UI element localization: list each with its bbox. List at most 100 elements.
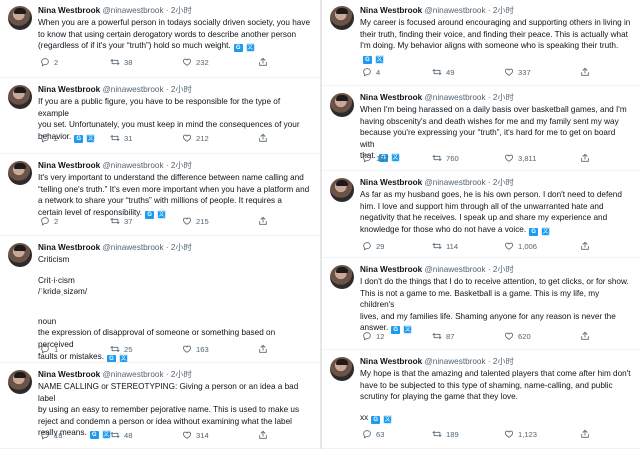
- like-button[interactable]: 337: [504, 67, 531, 79]
- retweet-button[interactable]: 38: [110, 57, 132, 69]
- share-button[interactable]: [258, 344, 268, 356]
- reply-button[interactable]: 29: [362, 241, 384, 253]
- reply-count: 2: [54, 134, 59, 143]
- avatar[interactable]: [330, 265, 354, 289]
- share-button[interactable]: [580, 153, 590, 165]
- tweet-card-6[interactable]: Nina Westbrook @ninawestbrook · 2小时 My c…: [322, 0, 641, 86]
- reply-button[interactable]: 2: [40, 133, 58, 145]
- author-handle[interactable]: @ninawestbrook: [102, 6, 163, 15]
- share-button[interactable]: [258, 57, 268, 69]
- avatar[interactable]: [8, 6, 32, 30]
- avatar[interactable]: [8, 243, 32, 267]
- avatar[interactable]: [8, 85, 32, 109]
- tweet-time[interactable]: 2小时: [171, 243, 192, 252]
- author-name[interactable]: Nina Westbrook: [360, 6, 422, 15]
- author-name[interactable]: Nina Westbrook: [38, 370, 100, 379]
- reply-button[interactable]: 137: [362, 153, 389, 165]
- avatar[interactable]: [330, 6, 354, 30]
- retweet-button[interactable]: 114: [432, 241, 458, 253]
- share-button[interactable]: [258, 430, 268, 442]
- tweet-time[interactable]: 2小时: [493, 357, 514, 366]
- tweet-card-9[interactable]: Nina Westbrook @ninawestbrook · 2小时 I do…: [322, 259, 641, 350]
- reply-button[interactable]: 12: [362, 331, 384, 343]
- retweet-button[interactable]: 37: [110, 216, 132, 228]
- like-button[interactable]: 1,123: [504, 429, 537, 441]
- retweet-button[interactable]: 760: [432, 153, 459, 165]
- author-name[interactable]: Nina Westbrook: [38, 6, 100, 15]
- share-button[interactable]: [258, 133, 268, 145]
- author-name[interactable]: Nina Westbrook: [360, 93, 422, 102]
- retweet-button[interactable]: 49: [432, 67, 454, 79]
- like-button[interactable]: 232: [182, 57, 209, 69]
- tweet-time[interactable]: 2小时: [171, 370, 192, 379]
- tweet-card-3[interactable]: Nina Westbrook @ninawestbrook · 2小时 It's…: [0, 155, 320, 236]
- avatar[interactable]: [330, 357, 354, 381]
- author-handle[interactable]: @ninawestbrook: [102, 370, 163, 379]
- reply-button[interactable]: 63: [362, 429, 384, 441]
- reply-button[interactable]: 2: [40, 57, 58, 69]
- share-button[interactable]: [580, 429, 590, 441]
- tweet-actions: 1 25 163: [38, 344, 310, 356]
- tweet-time[interactable]: 2小时: [493, 178, 514, 187]
- tweet-actions: 2 31 212: [38, 133, 310, 145]
- tweet-time[interactable]: 2小时: [493, 6, 514, 15]
- like-button[interactable]: 314: [182, 430, 209, 442]
- retweet-button[interactable]: 87: [432, 331, 454, 343]
- reply-button[interactable]: 18: [40, 430, 62, 442]
- reply-button[interactable]: 4: [362, 67, 380, 79]
- like-button[interactable]: 3,811: [504, 153, 536, 165]
- tweet-text: It's very important to understand the di…: [38, 172, 310, 219]
- like-button[interactable]: 215: [182, 216, 209, 228]
- like-button[interactable]: 620: [504, 331, 531, 343]
- tweet-card-1[interactable]: Nina Westbrook @ninawestbrook · 2小时 When…: [0, 0, 320, 78]
- author-handle[interactable]: @ninawestbrook: [102, 243, 163, 252]
- tweet-card-2[interactable]: Nina Westbrook @ninawestbrook · 2小时 If y…: [0, 79, 320, 154]
- author-handle[interactable]: @ninawestbrook: [424, 93, 485, 102]
- avatar[interactable]: [8, 370, 32, 394]
- tweet-time[interactable]: 2小时: [171, 85, 192, 94]
- author-handle[interactable]: @ninawestbrook: [102, 85, 163, 94]
- author-handle[interactable]: @ninawestbrook: [424, 357, 485, 366]
- translate-icon[interactable]: G文: [363, 53, 384, 65]
- author-handle[interactable]: @ninawestbrook: [424, 265, 485, 274]
- share-button[interactable]: [580, 241, 590, 253]
- author-name[interactable]: Nina Westbrook: [38, 243, 100, 252]
- like-button[interactable]: 212: [182, 133, 209, 145]
- like-count: 1,123: [518, 430, 538, 439]
- like-button[interactable]: 1,006: [504, 241, 537, 253]
- author-handle[interactable]: @ninawestbrook: [424, 178, 485, 187]
- retweet-button[interactable]: 189: [432, 429, 459, 441]
- author-name[interactable]: Nina Westbrook: [360, 357, 422, 366]
- tweet-time[interactable]: 2小时: [171, 161, 192, 170]
- share-button[interactable]: [258, 216, 268, 228]
- retweet-button[interactable]: 48: [110, 430, 132, 442]
- author-name[interactable]: Nina Westbrook: [38, 85, 100, 94]
- translate-icon[interactable]: G文: [233, 41, 255, 53]
- author-name[interactable]: Nina Westbrook: [360, 265, 422, 274]
- avatar[interactable]: [330, 93, 354, 117]
- tweet-card-10[interactable]: Nina Westbrook @ninawestbrook · 2小时 My h…: [322, 351, 641, 449]
- tweet-time[interactable]: 2小时: [493, 265, 514, 274]
- retweet-button[interactable]: 31: [110, 133, 132, 145]
- like-button[interactable]: 163: [182, 344, 209, 356]
- avatar[interactable]: [330, 178, 354, 202]
- author-handle[interactable]: @ninawestbrook: [102, 161, 163, 170]
- reply-button[interactable]: 1: [40, 344, 58, 356]
- tweet-card-5[interactable]: Nina Westbrook @ninawestbrook · 2小时 NAME…: [0, 364, 320, 449]
- author-name[interactable]: Nina Westbrook: [38, 161, 100, 170]
- tweet-card-7[interactable]: Nina Westbrook @ninawestbrook · 2小时 When…: [322, 87, 641, 171]
- translate-icon[interactable]: G文: [371, 413, 393, 425]
- reply-button[interactable]: 2: [40, 216, 58, 228]
- translate-icon[interactable]: G文: [529, 225, 551, 237]
- tweet-card-8[interactable]: Nina Westbrook @ninawestbrook · 2小时 As f…: [322, 172, 641, 258]
- tweet-card-4[interactable]: Nina Westbrook @ninawestbrook · 2小时 Crit…: [0, 237, 320, 363]
- share-button[interactable]: [580, 331, 590, 343]
- author-name[interactable]: Nina Westbrook: [360, 178, 422, 187]
- author-handle[interactable]: @ninawestbrook: [424, 6, 485, 15]
- tweet-time[interactable]: 2小时: [171, 6, 192, 15]
- retweet-button[interactable]: 25: [110, 344, 132, 356]
- tweet-time[interactable]: 2小时: [493, 93, 514, 102]
- avatar[interactable]: [8, 161, 32, 185]
- separator-dot: ·: [487, 265, 491, 274]
- share-button[interactable]: [580, 67, 590, 79]
